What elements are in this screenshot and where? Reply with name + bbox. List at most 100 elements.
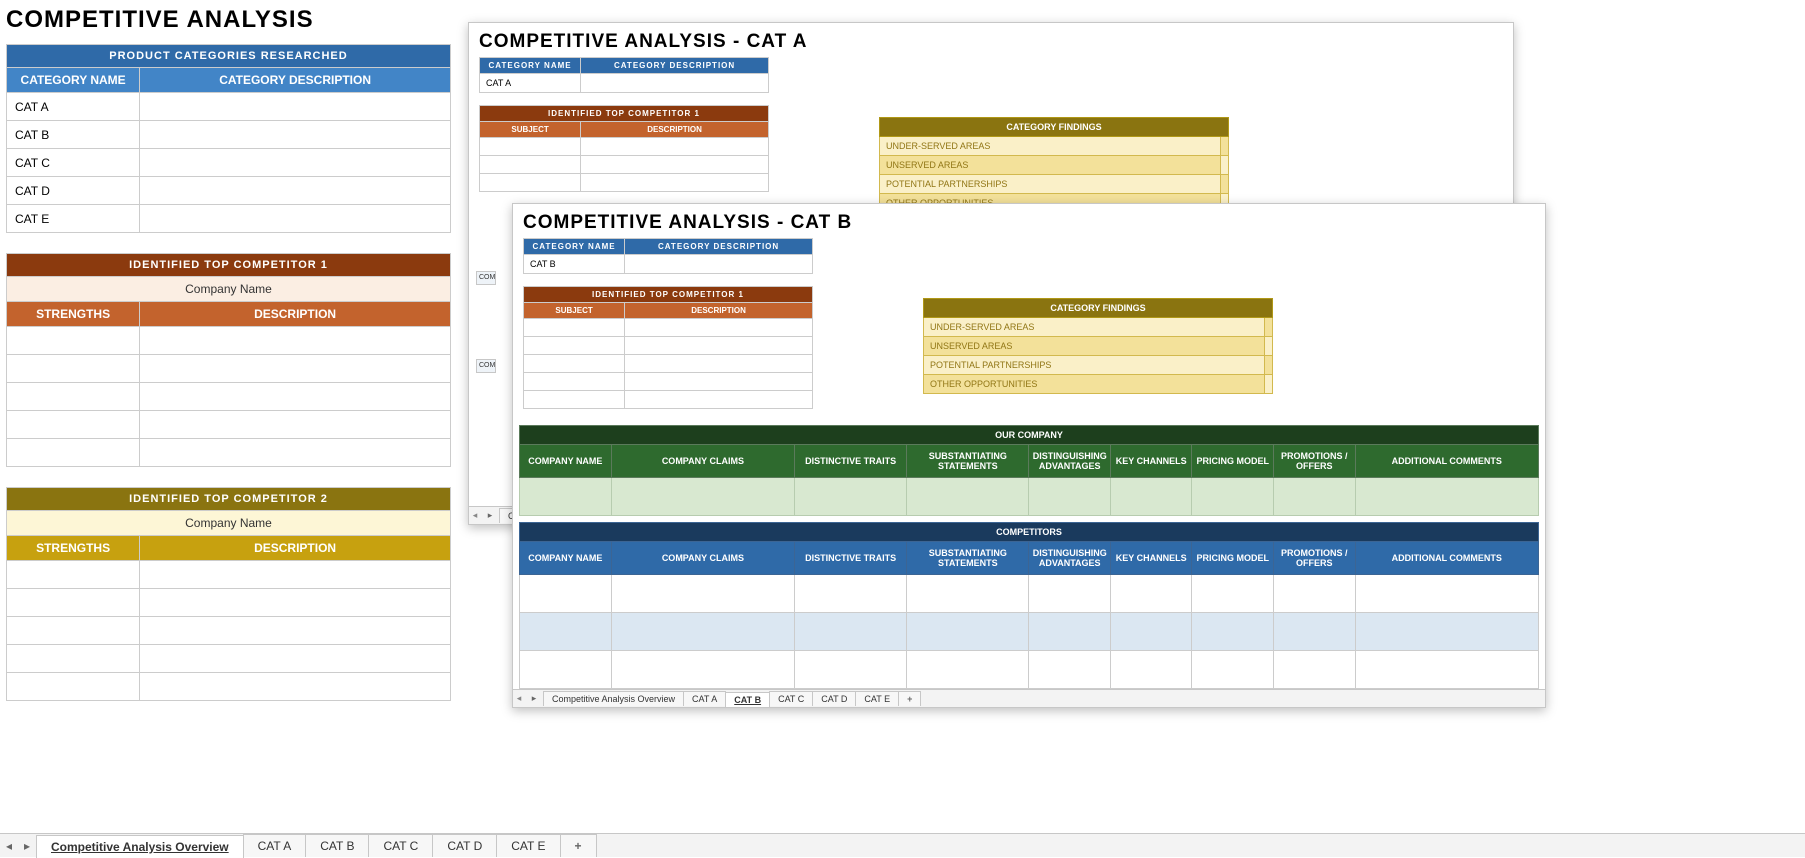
table-row[interactable] xyxy=(7,645,451,673)
table-row[interactable] xyxy=(520,575,1539,613)
col-advantages: DISTINGUISHING ADVANTAGES xyxy=(1029,445,1111,478)
col-strengths: STRENGTHS xyxy=(7,302,140,327)
table-row[interactable] xyxy=(520,613,1539,651)
tab-cat-d[interactable]: CAT D xyxy=(812,691,856,706)
tab-cat-b[interactable]: CAT B xyxy=(725,692,770,707)
competitor2-company[interactable]: Company Name xyxy=(7,511,451,536)
col-subject: SUBJECT xyxy=(524,303,625,319)
desc-cell[interactable] xyxy=(140,121,451,149)
cat-a-category-table: CATEGORY NAME CATEGORY DESCRIPTION CAT A xyxy=(479,57,769,93)
tab-cat-e[interactable]: CAT E xyxy=(855,691,899,706)
findings-row-label: UNDER-SERVED AREAS xyxy=(880,137,1221,156)
tab-cat-b[interactable]: CAT B xyxy=(305,834,369,857)
category-cell: CAT E xyxy=(7,205,140,233)
findings-row-label: POTENTIAL PARTNERSHIPS xyxy=(924,356,1265,375)
tab-cat-c[interactable]: CAT C xyxy=(769,691,813,706)
table-row[interactable] xyxy=(520,478,1539,516)
table-row[interactable] xyxy=(7,561,451,589)
table-row[interactable]: CAT A xyxy=(7,93,451,121)
table-row[interactable] xyxy=(7,383,451,411)
window-cat-b: COMPETITIVE ANALYSIS - CAT B CATEGORY NA… xyxy=(512,203,1546,708)
competitor1-header: IDENTIFIED TOP COMPETITOR 1 xyxy=(7,254,451,277)
table-row[interactable] xyxy=(7,617,451,645)
cat-a-findings-table: CATEGORY FINDINGS UNDER-SERVED AREAS UNS… xyxy=(879,117,1229,213)
scroll-left-icon[interactable]: ◂ xyxy=(469,510,481,521)
col-description: DESCRIPTION xyxy=(140,536,451,561)
table-row[interactable] xyxy=(7,439,451,467)
tab-add[interactable]: + xyxy=(898,691,921,706)
main-tabs: ◂ ▸ Competitive Analysis Overview CAT A … xyxy=(0,833,1805,857)
col-distinctive: DISTINCTIVE TRAITS xyxy=(795,445,907,478)
col-promotions: PROMOTIONS / OFFERS xyxy=(1274,542,1356,575)
our-company-header: OUR COMPANY xyxy=(520,426,1539,445)
col-category-name: CATEGORY NAME xyxy=(524,239,625,255)
col-promotions: PROMOTIONS / OFFERS xyxy=(1274,445,1356,478)
col-substantiating: SUBSTANTIATING STATEMENTS xyxy=(907,445,1029,478)
col-key-channels: KEY CHANNELS xyxy=(1110,445,1192,478)
col-advantages: DISTINGUISHING ADVANTAGES xyxy=(1029,542,1111,575)
col-strengths: STRENGTHS xyxy=(7,536,140,561)
cat-b-findings-table: CATEGORY FINDINGS UNDER-SERVED AREAS UNS… xyxy=(923,298,1273,394)
category-cell: CAT D xyxy=(7,177,140,205)
competitor-header: IDENTIFIED TOP COMPETITOR 1 xyxy=(480,106,769,122)
cat-a-competitor-table: IDENTIFIED TOP COMPETITOR 1 SUBJECT DESC… xyxy=(479,105,769,192)
desc-cell[interactable] xyxy=(140,177,451,205)
table-row[interactable] xyxy=(520,651,1539,689)
table-row[interactable]: CAT E xyxy=(7,205,451,233)
tab-cat-a[interactable]: CAT A xyxy=(243,834,307,857)
findings-row-label: UNSERVED AREAS xyxy=(880,156,1221,175)
col-category-desc: CATEGORY DESCRIPTION xyxy=(581,58,769,74)
overview-sheet: COMPETITIVE ANALYSIS PRODUCT CATEGORIES … xyxy=(6,0,451,721)
col-category-desc: CATEGORY DESCRIPTION xyxy=(140,68,451,93)
tab-cat-a[interactable]: CAT A xyxy=(683,691,726,706)
category-cell: CAT B xyxy=(7,121,140,149)
desc-cell[interactable] xyxy=(140,149,451,177)
nav-arrow-icon[interactable]: ▸ xyxy=(481,510,499,521)
tab-overview[interactable]: Competitive Analysis Overview xyxy=(543,691,684,706)
table-row[interactable] xyxy=(7,589,451,617)
desc-cell[interactable] xyxy=(140,205,451,233)
col-distinctive: DISTINCTIVE TRAITS xyxy=(795,542,907,575)
tab-overview[interactable]: Competitive Analysis Overview xyxy=(36,835,244,858)
col-company-claims: COMPANY CLAIMS xyxy=(611,542,794,575)
table-row[interactable] xyxy=(7,327,451,355)
col-category-name: CATEGORY NAME xyxy=(7,68,140,93)
findings-row-label: UNDER-SERVED AREAS xyxy=(924,318,1265,337)
col-comments: ADDITIONAL COMMENTS xyxy=(1355,445,1538,478)
nav-arrow-icon[interactable]: ▸ xyxy=(525,693,543,704)
findings-row-label: POTENTIAL PARTNERSHIPS xyxy=(880,175,1221,194)
table-row[interactable] xyxy=(7,673,451,701)
findings-header: CATEGORY FINDINGS xyxy=(924,299,1273,318)
col-substantiating: SUBSTANTIATING STATEMENTS xyxy=(907,542,1029,575)
table-row[interactable] xyxy=(7,411,451,439)
tab-add[interactable]: + xyxy=(560,834,597,857)
tab-cat-c[interactable]: CAT C xyxy=(368,834,433,857)
table-row[interactable] xyxy=(7,355,451,383)
col-category-name: CATEGORY NAME xyxy=(480,58,581,74)
window-title: COMPETITIVE ANALYSIS - CAT B xyxy=(513,204,1545,238)
tab-cat-d[interactable]: CAT D xyxy=(432,834,497,857)
col-category-desc: CATEGORY DESCRIPTION xyxy=(625,239,813,255)
col-comments: ADDITIONAL COMMENTS xyxy=(1355,542,1538,575)
scroll-left-icon[interactable]: ◂ xyxy=(513,693,525,704)
competitor1-table: IDENTIFIED TOP COMPETITOR 1 Company Name… xyxy=(6,253,451,467)
findings-row-label: OTHER OPPORTUNITIES xyxy=(924,375,1265,394)
col-description: DESCRIPTION xyxy=(140,302,451,327)
table-row[interactable]: CAT B xyxy=(7,121,451,149)
tab-cat-e[interactable]: CAT E xyxy=(496,834,560,857)
competitor2-table: IDENTIFIED TOP COMPETITOR 2 Company Name… xyxy=(6,487,451,701)
window-title: COMPETITIVE ANALYSIS - CAT A xyxy=(469,23,1513,57)
category-cell: CAT C xyxy=(7,149,140,177)
categories-header: PRODUCT CATEGORIES RESEARCHED xyxy=(7,45,451,68)
page-title: COMPETITIVE ANALYSIS xyxy=(6,0,451,44)
category-cell: CAT A xyxy=(7,93,140,121)
our-company-table: OUR COMPANY COMPANY NAME COMPANY CLAIMS … xyxy=(519,425,1539,516)
competitor1-company[interactable]: Company Name xyxy=(7,277,451,302)
desc-cell[interactable] xyxy=(140,93,451,121)
col-description: DESCRIPTION xyxy=(581,122,769,138)
nav-next-icon[interactable]: ▸ xyxy=(18,839,36,853)
findings-row-label: UNSERVED AREAS xyxy=(924,337,1265,356)
table-row[interactable]: CAT C xyxy=(7,149,451,177)
nav-prev-icon[interactable]: ◂ xyxy=(0,839,18,853)
table-row[interactable]: CAT D xyxy=(7,177,451,205)
